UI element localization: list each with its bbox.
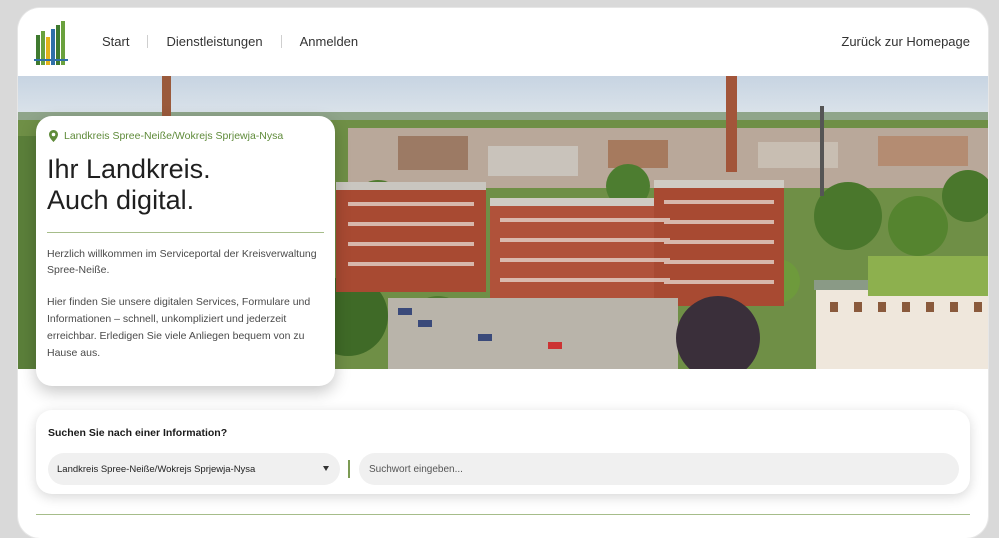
nav-start[interactable]: Start <box>102 34 129 49</box>
hero-title: Ihr Landkreis. Auch digital. <box>47 154 211 216</box>
nav-separator <box>280 35 282 48</box>
location-pin-icon <box>49 130 58 142</box>
nav-dienstleistungen[interactable]: Dienstleistungen <box>166 34 262 49</box>
card-divider <box>47 232 324 233</box>
region-select-value: Landkreis Spree-Neiße/Wokrejs Sprjewja-N… <box>57 463 256 475</box>
chevron-down-icon <box>323 466 329 471</box>
back-to-homepage-link[interactable]: Zurück zur Homepage <box>841 34 970 49</box>
services-description: Hier finden Sie unsere digitalen Service… <box>47 296 311 359</box>
kreis-logo-icon[interactable] <box>34 21 68 65</box>
section-divider <box>36 514 970 515</box>
region-select[interactable]: Landkreis Spree-Neiße/Wokrejs Sprjewja-N… <box>48 453 340 485</box>
site-header: Start Dienstleistungen Anmelden Zurück z… <box>18 8 988 76</box>
nav-separator <box>147 35 149 48</box>
nav-anmelden[interactable]: Anmelden <box>300 34 359 49</box>
search-heading: Suchen Sie nach einer Information? <box>48 427 228 439</box>
page-frame: Start Dienstleistungen Anmelden Zurück z… <box>18 8 988 538</box>
hero-intro-card: Landkreis Spree-Neiße/Wokrejs Sprjewja-N… <box>36 116 335 386</box>
search-input[interactable] <box>359 453 959 485</box>
hero-title-line2: Auch digital. <box>47 185 195 215</box>
main-nav: Start Dienstleistungen Anmelden <box>102 34 358 49</box>
welcome-text: Herzlich willkommen im Serviceportal der… <box>47 248 317 276</box>
organization-name: Landkreis Spree-Neiße/Wokrejs Sprjewja-N… <box>64 130 284 142</box>
search-panel: Suchen Sie nach einer Information? Landk… <box>36 410 970 494</box>
hero-title-line1: Ihr Landkreis. <box>47 154 211 184</box>
organization-label: Landkreis Spree-Neiße/Wokrejs Sprjewja-N… <box>49 130 283 142</box>
search-divider <box>348 460 350 478</box>
